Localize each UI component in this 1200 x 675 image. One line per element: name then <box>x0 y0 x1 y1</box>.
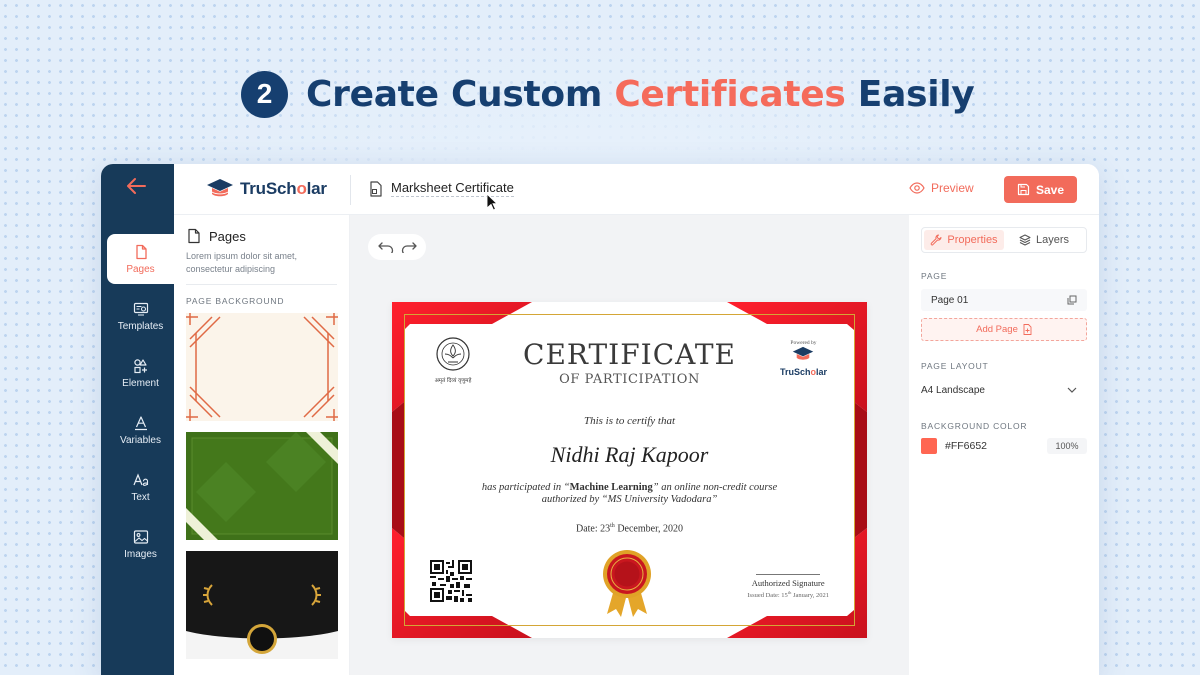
green-frame-graphic <box>186 432 338 540</box>
sidebar-item-label: Text <box>131 491 150 503</box>
certificate-date: Date: 23th December, 2020 <box>575 523 683 535</box>
undo-redo-group <box>368 234 426 260</box>
properties-panel: Properties Layers PAGE Page 01 Add Page … <box>909 215 1099 675</box>
add-page-label: Add Page <box>976 324 1018 335</box>
sidebar-item-variables[interactable]: Variables <box>107 405 174 455</box>
panel-divider <box>186 284 337 285</box>
color-swatch[interactable] <box>921 438 937 454</box>
top-bar: TruScholar Marksheet Certificate Preview… <box>174 164 1099 215</box>
sidebar-item-pages[interactable]: Pages <box>107 234 174 284</box>
sidebar-rail: Pages Templates Element Variables Text I… <box>101 164 174 675</box>
redo-icon[interactable] <box>401 241 417 253</box>
pages-panel: Pages Lorem ipsum dolor sit amet, consec… <box>174 215 350 675</box>
sidebar-item-label: Element <box>122 377 159 389</box>
tab-layers[interactable]: Layers <box>1004 230 1084 250</box>
headline-part-2: Easily <box>845 73 975 115</box>
black-gold-graphic <box>186 551 338 659</box>
page-item-label: Page 01 <box>931 294 969 306</box>
mouse-cursor-icon <box>486 193 498 211</box>
ornate-frame-graphic <box>186 313 338 421</box>
powered-by-name: TruScholar <box>779 367 827 377</box>
save-label: Save <box>1035 182 1065 197</box>
page-icon <box>135 244 147 259</box>
page-background-label: PAGE BACKGROUND <box>186 296 285 306</box>
headline-accent: Certificates <box>614 73 846 115</box>
qr-code-icon <box>430 560 472 602</box>
opacity-input[interactable]: 100% <box>1047 438 1087 454</box>
issued-date: Issued Date: 15th January, 2021 <box>747 590 829 600</box>
templates-icon <box>133 302 148 316</box>
pages-panel-title: Pages <box>209 228 246 244</box>
tab-properties[interactable]: Properties <box>924 230 1004 250</box>
tab-layers-label: Layers <box>1035 234 1070 246</box>
back-arrow-icon[interactable] <box>125 176 151 200</box>
background-thumbnail-black[interactable] <box>186 551 338 659</box>
sidebar-item-label: Variables <box>120 434 161 446</box>
properties-tabs: Properties Layers <box>921 227 1087 253</box>
floppy-disk-icon <box>1017 183 1030 196</box>
app-window: Pages Templates Element Variables Text I… <box>101 164 1099 675</box>
images-icon <box>133 529 148 544</box>
chevron-down-icon <box>1067 387 1077 393</box>
page-list-item[interactable]: Page 01 <box>921 289 1087 311</box>
truscholar-logo[interactable]: TruScholar <box>206 178 327 200</box>
graduation-cap-icon <box>793 346 814 360</box>
sidebar-item-element[interactable]: Element <box>107 348 174 398</box>
sidebar-item-label: Pages <box>126 263 155 275</box>
undo-icon[interactable] <box>377 241 394 253</box>
certificate-body: has participated in “Machine Learning” a… <box>452 482 807 506</box>
signature-label: Authorized Signature <box>751 578 825 588</box>
page-layout-label: PAGE LAYOUT <box>921 361 989 371</box>
course-name: Machine Learning <box>569 482 653 493</box>
logo-text: TruScholar <box>240 179 327 198</box>
preview-label: Preview <box>931 181 974 195</box>
save-button[interactable]: Save <box>1004 176 1077 203</box>
certificate-preview[interactable]: अमृतं दिव्यं वृणुमहे CERTIFICATE OF PART… <box>392 302 867 638</box>
sidebar-item-label: Templates <box>117 320 164 332</box>
powered-by-badge: Powered by TruScholar <box>780 340 827 377</box>
background-thumbnail-cream[interactable] <box>186 313 338 421</box>
headline-text: Create Custom Certificates Easily <box>306 73 975 115</box>
signature-line <box>756 574 821 575</box>
text-icon <box>132 472 148 486</box>
layers-icon <box>1019 234 1031 246</box>
background-color-row: #FF6652 100% <box>921 438 1087 454</box>
headline-part-1: Create Custom <box>306 73 615 115</box>
sidebar-item-label: Images <box>124 548 157 560</box>
certify-line: This is to certify that <box>583 415 676 427</box>
pages-panel-description: Lorem ipsum dolor sit amet, consectetur … <box>186 251 298 274</box>
page-icon <box>188 228 200 244</box>
duplicate-icon[interactable] <box>1067 295 1077 305</box>
certificate-body-line-1: has participated in “Machine Learning” a… <box>481 482 778 493</box>
graduation-cap-icon <box>207 179 233 197</box>
wrench-icon <box>931 234 942 246</box>
document-icon <box>370 180 382 197</box>
seal-badge-icon <box>603 550 651 617</box>
headline: 2 Create Custom Certificates Easily <box>241 70 975 118</box>
variables-icon <box>134 415 147 430</box>
step-badge: 2 <box>241 70 288 118</box>
background-color-label: BACKGROUND COLOR <box>921 421 1028 431</box>
sidebar-item-images[interactable]: Images <box>107 519 174 569</box>
background-thumbnail-green[interactable] <box>186 432 338 540</box>
recipient-name: Nidhi Raj Kapoor <box>550 442 709 467</box>
page-layout-select[interactable]: A4 Landscape <box>921 379 1087 401</box>
add-file-icon <box>1023 324 1032 335</box>
sidebar-item-text[interactable]: Text <box>107 462 174 512</box>
signature-block: Authorized Signature Issued Date: 15th J… <box>747 574 829 599</box>
tab-properties-label: Properties <box>947 234 998 246</box>
topbar-divider <box>350 175 351 205</box>
preview-button[interactable]: Preview <box>909 181 974 195</box>
sidebar-item-templates[interactable]: Templates <box>107 291 174 341</box>
page-section-label: PAGE <box>921 271 948 281</box>
certificate-body-line-2: authorized by “MS University Vadodara” <box>541 494 718 505</box>
eye-icon <box>909 182 925 194</box>
element-icon <box>133 358 147 373</box>
pages-panel-header: Pages <box>186 228 337 244</box>
background-color-value[interactable]: #FF6652 <box>945 440 987 452</box>
editor-canvas[interactable]: अमृतं दिव्यं वृणुमहे CERTIFICATE OF PART… <box>350 215 909 675</box>
page-layout-value: A4 Landscape <box>921 384 985 396</box>
add-page-button[interactable]: Add Page <box>921 318 1087 341</box>
